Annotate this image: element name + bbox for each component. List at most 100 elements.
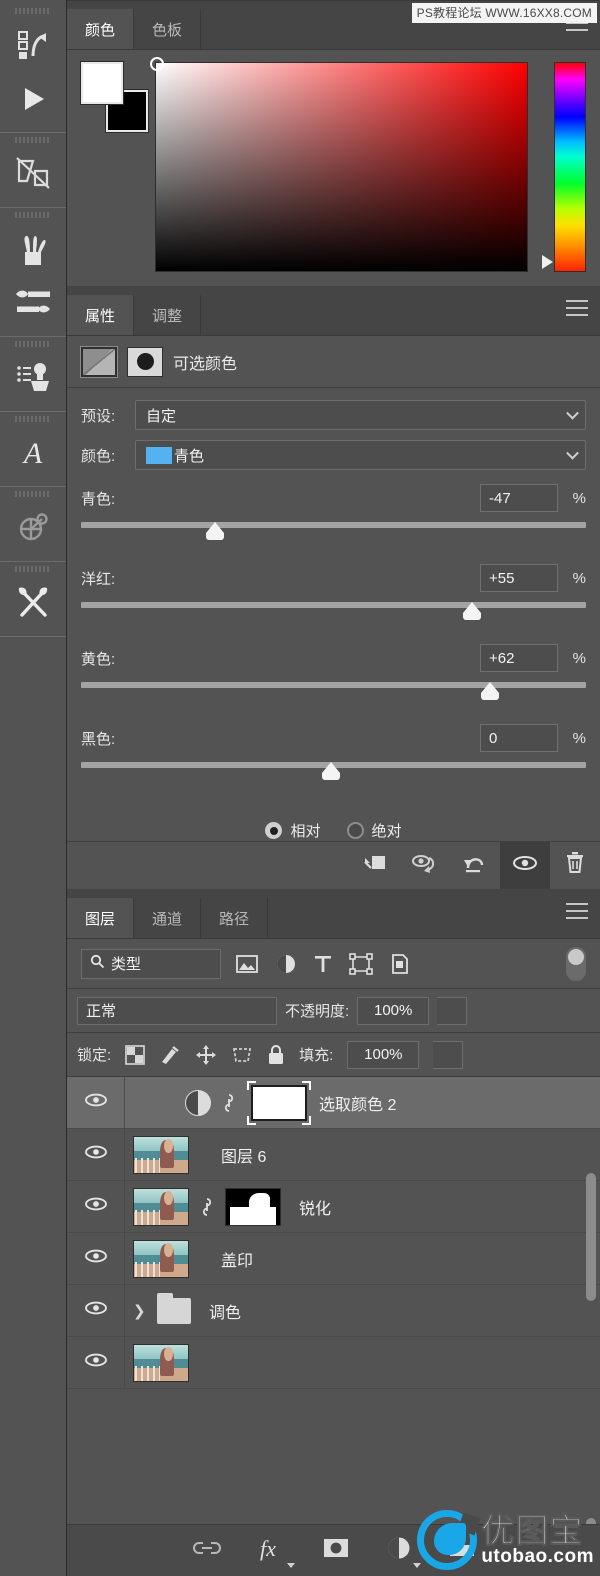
slider-magenta-knob[interactable] [463,602,482,620]
layer-style-button[interactable]: fx [258,1535,295,1568]
slider-yellow-input[interactable]: +62 [480,644,558,672]
hue-strip[interactable] [542,62,586,272]
lock-image-pixels-icon[interactable] [159,1045,181,1065]
blend-mode-select[interactable]: 正常 [77,996,277,1025]
layer-visibility-toggle[interactable] [67,1077,125,1128]
filter-pixel-icon[interactable] [235,954,259,974]
layer-thumbnail[interactable] [133,1187,189,1226]
table-row[interactable]: 锐化 [67,1181,600,1233]
radio-relative[interactable]: 相对 [265,820,321,841]
layer-visibility-toggle[interactable] [67,1129,125,1180]
tab-properties[interactable]: 属性 [67,295,135,335]
new-adjustment-layer-button[interactable] [386,1535,421,1568]
play-tool[interactable] [0,72,66,126]
tab-swatches[interactable]: 色板 [134,9,202,49]
slider-yellow-knob[interactable] [481,682,500,700]
lock-transparent-pixels-icon[interactable] [125,1044,145,1065]
preset-select[interactable]: 自定 [135,400,586,430]
path-tool[interactable] [0,501,66,555]
layer-visibility-toggle[interactable] [67,1181,125,1232]
properties-panel-menu-icon[interactable] [566,300,588,316]
table-row[interactable]: 图层 6 [67,1129,600,1181]
slider-magenta-track-wrap[interactable] [81,600,586,630]
layer-content[interactable] [125,1343,600,1382]
layer-content[interactable]: ❯ 调色 [125,1292,600,1324]
slice-tool[interactable] [0,147,66,201]
tab-color[interactable]: 颜色 [67,9,135,49]
layer-thumbnail[interactable] [133,1135,189,1174]
layer-content[interactable]: 锐化 [125,1187,600,1226]
color-select[interactable]: 青色 [135,440,586,470]
layer-content[interactable]: 选取颜色 2 [125,1080,600,1125]
fill-stepper[interactable] [433,1040,464,1069]
lock-row: 锁定: 填充: 100% [67,1033,600,1077]
lock-position-icon[interactable] [195,1044,217,1066]
table-row[interactable]: ❯ 调色 [67,1285,600,1337]
type-tool[interactable]: A [0,426,66,480]
layer-list[interactable]: 选取颜色 2 图层 6 锐化 盖印 ❯ 调色 [67,1077,600,1524]
adjustment-thumbnail[interactable] [185,1089,211,1116]
slider-cyan-unit: % [572,489,586,507]
slider-cyan-track-wrap[interactable] [81,520,586,550]
lock-artboard-nesting-icon[interactable] [231,1045,253,1065]
opacity-stepper[interactable] [437,996,468,1025]
filter-enable-toggle[interactable] [566,946,586,981]
saturation-value-field[interactable] [150,57,528,272]
reset-button[interactable] [450,842,500,889]
delete-button[interactable] [550,842,600,889]
layers-panel-menu-icon[interactable] [566,903,588,919]
link-layers-button[interactable] [192,1539,222,1562]
tab-channels[interactable]: 通道 [134,898,202,938]
brush-tool[interactable] [0,276,66,330]
toggle-previous-state-button[interactable] [400,842,450,889]
slider-black-knob[interactable] [321,762,340,780]
radio-absolute[interactable]: 绝对 [346,820,402,841]
chevron-right-icon[interactable]: ❯ [133,1302,149,1320]
layer-list-scrollbar[interactable] [586,1173,596,1301]
slider-magenta-track[interactable] [81,602,586,608]
fill-input[interactable]: 100% [347,1040,420,1069]
table-row[interactable]: 选取颜色 2 [67,1077,600,1129]
slider-yellow-track-wrap[interactable] [81,680,586,710]
tab-paths[interactable]: 路径 [201,898,269,938]
filter-type-icon[interactable] [313,953,333,975]
slider-magenta-input[interactable]: +55 [480,564,558,592]
lock-all-icon[interactable] [267,1044,285,1066]
foreground-color-swatch[interactable] [80,61,124,105]
filter-adjustment-icon[interactable] [275,953,297,975]
selective-color-icon[interactable] [80,345,118,378]
slider-black-track-wrap[interactable] [81,760,586,790]
slider-cyan-track[interactable] [81,522,586,528]
retouch-tool[interactable] [0,222,66,276]
toggle-visibility-button[interactable] [500,842,550,889]
slider-cyan-input[interactable]: -47 [480,484,558,512]
table-row[interactable] [67,1337,600,1389]
table-row[interactable]: 盖印 [67,1233,600,1285]
layer-filter-select[interactable]: 类型 [81,948,221,979]
layer-visibility-toggle[interactable] [67,1233,125,1284]
artboard-tool[interactable] [0,18,66,72]
clone-stamp-tool[interactable] [0,351,66,405]
layer-thumbnail[interactable] [133,1239,189,1278]
layer-visibility-toggle[interactable] [67,1285,125,1336]
filter-smart-object-icon[interactable] [389,953,411,975]
layer-mask-thumbnail[interactable] [247,1080,311,1125]
link-icon[interactable] [219,1091,239,1115]
layer-visibility-toggle[interactable] [67,1337,125,1388]
link-icon[interactable] [197,1195,217,1219]
add-layer-mask-button[interactable] [322,1537,350,1564]
slider-cyan-knob[interactable] [205,522,224,540]
tab-adjustments[interactable]: 调整 [134,295,202,335]
layer-thumbnail[interactable] [133,1343,189,1382]
filter-shape-icon[interactable] [349,952,373,975]
tab-layers[interactable]: 图层 [67,898,135,938]
slider-black-input[interactable]: 0 [480,724,558,752]
layer-content[interactable]: 图层 6 [125,1135,600,1174]
layer-content[interactable]: 盖印 [125,1239,600,1278]
edit-toolbar[interactable] [0,576,66,630]
clip-to-layer-button[interactable] [350,842,400,889]
layer-mask-icon[interactable] [127,346,163,377]
layer-mask-thumbnail[interactable] [225,1187,281,1226]
slider-yellow-track[interactable] [81,682,586,688]
opacity-input[interactable]: 100% [357,996,430,1025]
